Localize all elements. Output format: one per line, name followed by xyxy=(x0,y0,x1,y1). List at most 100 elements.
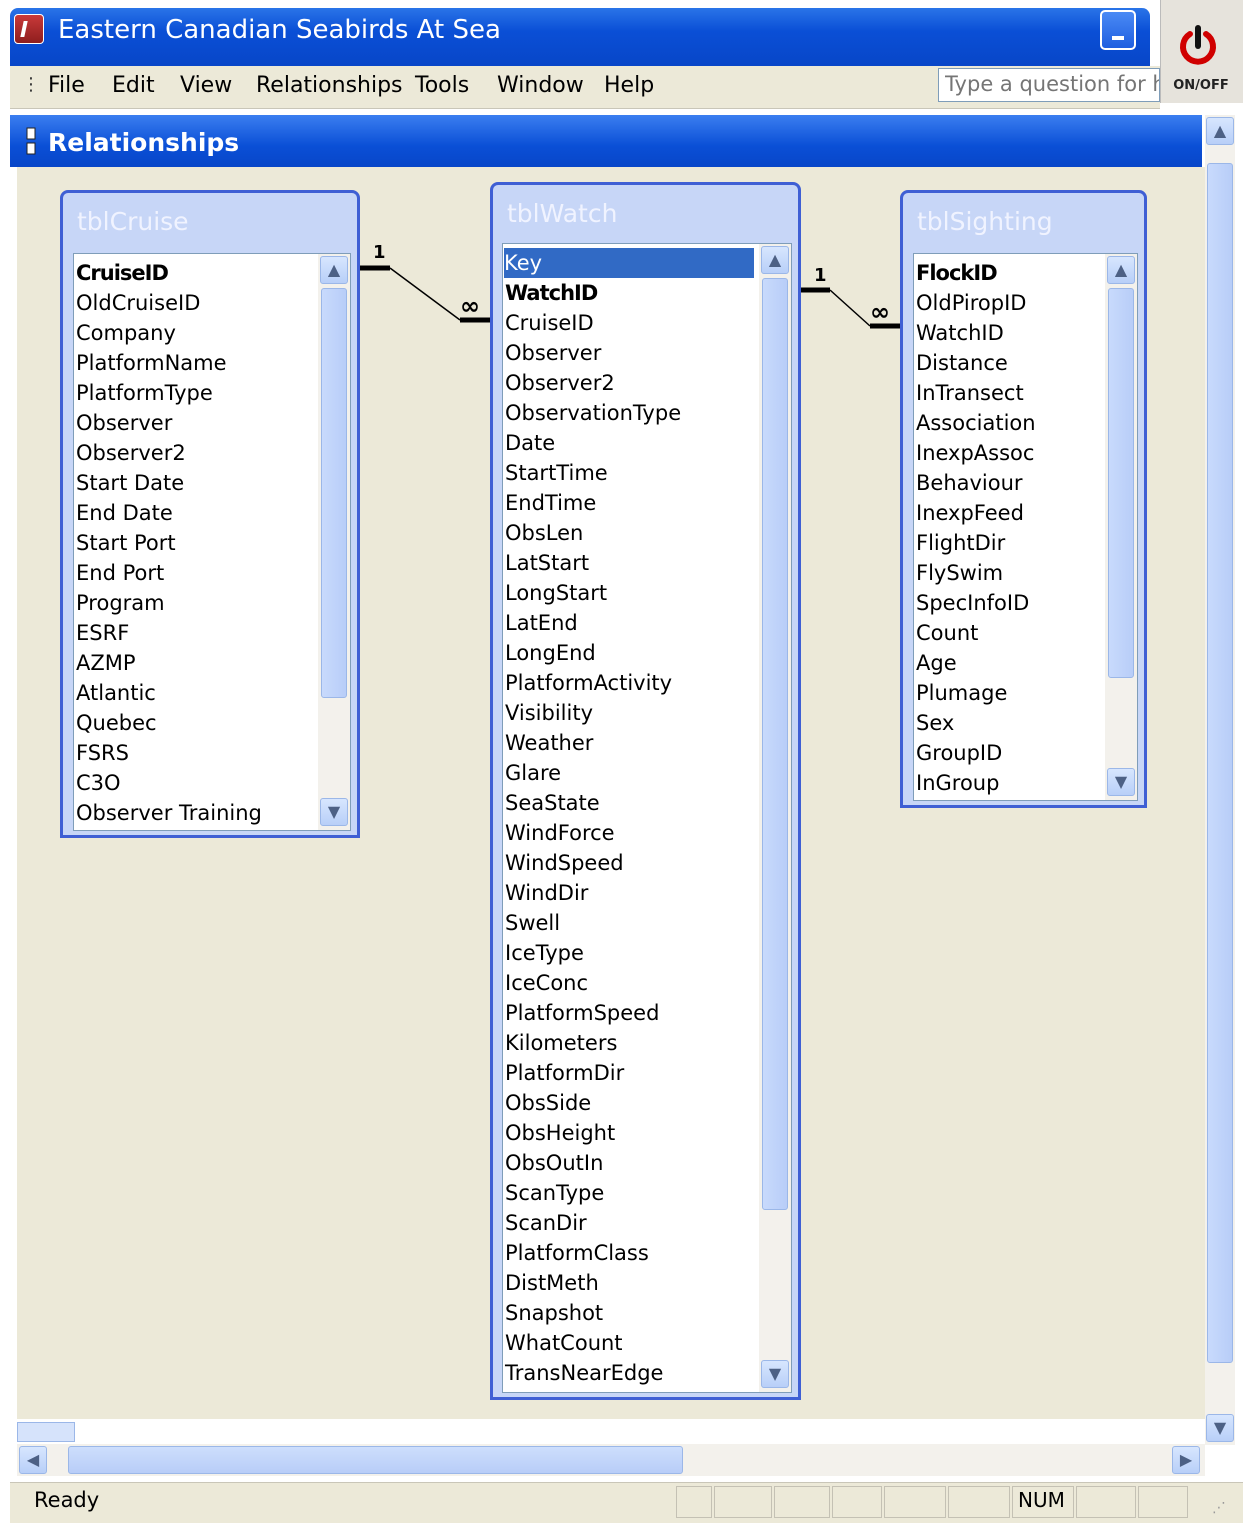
field-item[interactable]: IceType xyxy=(505,938,584,968)
field-item[interactable]: InGroup xyxy=(916,768,999,798)
field-item[interactable]: FlockID xyxy=(916,258,998,288)
scroll-down-icon[interactable]: ▼ xyxy=(320,798,348,826)
table-tblwatch[interactable]: tblWatch Key WatchID CruiseID Observer Obser… xyxy=(490,182,801,1400)
scroll-thumb[interactable] xyxy=(762,278,788,1210)
field-item[interactable]: Start Port xyxy=(76,528,176,558)
field-item[interactable]: OldPiropID xyxy=(916,288,1026,318)
field-item[interactable]: Program xyxy=(76,588,165,618)
field-item[interactable]: ObservationType xyxy=(505,398,681,428)
field-item[interactable]: WatchID xyxy=(916,318,1004,348)
field-item[interactable]: Age xyxy=(916,648,957,678)
field-item[interactable]: WindDir xyxy=(505,878,588,908)
field-item[interactable]: ObsOutIn xyxy=(505,1148,603,1178)
field-item[interactable]: Glare xyxy=(505,758,561,788)
scroll-up-icon[interactable]: ▲ xyxy=(761,246,789,274)
field-item[interactable]: Quebec xyxy=(76,708,157,738)
field-item[interactable]: WhatCount xyxy=(505,1328,623,1358)
scroll-up-icon[interactable]: ▲ xyxy=(320,256,348,284)
field-item[interactable]: WindForce xyxy=(505,818,615,848)
field-item[interactable]: ESRF xyxy=(76,618,129,648)
field-item[interactable]: ScanDir xyxy=(505,1208,587,1238)
field-item[interactable]: ObsSide xyxy=(505,1088,591,1118)
field-item[interactable]: IceConc xyxy=(505,968,588,998)
field-item[interactable]: LatStart xyxy=(505,548,589,578)
field-item[interactable]: CruiseID xyxy=(76,258,169,288)
field-item[interactable]: End Date xyxy=(76,498,173,528)
field-list[interactable]: Key WatchID CruiseID Observer Observer2 Obser… xyxy=(502,243,792,1393)
scroll-up-icon[interactable]: ▲ xyxy=(1107,256,1135,284)
field-item[interactable]: WindSpeed xyxy=(505,848,624,878)
scroll-right-icon[interactable]: ▶ xyxy=(1172,1446,1200,1474)
table-tblsighting[interactable]: tblSighting FlockID OldPiropID WatchID Dist… xyxy=(900,190,1147,808)
field-item[interactable]: End Port xyxy=(76,558,164,588)
field-list[interactable]: CruiseID OldCruiseID Company PlatformName Pl… xyxy=(73,253,351,831)
field-item[interactable]: LongEnd xyxy=(505,638,596,668)
field-item[interactable]: Weather xyxy=(505,728,593,758)
field-item[interactable]: OldCruiseID xyxy=(76,288,200,318)
field-item[interactable]: Key xyxy=(503,247,755,279)
field-item[interactable]: C3O xyxy=(76,768,121,798)
field-list[interactable]: FlockID OldPiropID WatchID Distance InTranse… xyxy=(913,253,1138,801)
field-item[interactable]: Company xyxy=(76,318,176,348)
mini-horizontal-scrollbar[interactable] xyxy=(17,1422,75,1442)
scroll-down-icon[interactable]: ▼ xyxy=(761,1360,789,1388)
field-item[interactable]: WatchID xyxy=(505,278,598,308)
field-item[interactable]: Snapshot xyxy=(505,1298,603,1328)
field-item[interactable]: ObsHeight xyxy=(505,1118,615,1148)
field-item[interactable]: PlatformDir xyxy=(505,1058,624,1088)
field-item[interactable]: Date xyxy=(505,428,555,458)
field-item[interactable]: Swell xyxy=(505,908,560,938)
field-item[interactable]: GroupID xyxy=(916,738,1002,768)
field-item[interactable]: Start Date xyxy=(76,468,184,498)
scroll-thumb[interactable] xyxy=(321,288,347,698)
field-item[interactable]: TransNearEdge xyxy=(505,1358,663,1388)
field-list-scrollbar[interactable]: ▲ ▼ xyxy=(1105,254,1137,800)
field-item[interactable]: PlatformActivity xyxy=(505,668,672,698)
vertical-scroll-thumb[interactable] xyxy=(1207,163,1233,1363)
field-item[interactable]: Atlantic xyxy=(76,678,156,708)
field-item[interactable]: Count xyxy=(916,618,978,648)
table-tblcruise[interactable]: tblCruise CruiseID OldCruiseID Company Plat… xyxy=(60,190,360,838)
field-item[interactable]: FlySwim xyxy=(916,558,1003,588)
scroll-up-icon[interactable]: ▲ xyxy=(1206,117,1234,145)
field-item[interactable]: SpecInfoID xyxy=(916,588,1029,618)
field-item[interactable]: LatEnd xyxy=(505,608,578,638)
field-item[interactable]: Kilometers xyxy=(505,1028,617,1058)
field-item[interactable]: Behaviour xyxy=(916,468,1023,498)
field-list-scrollbar[interactable]: ▲ ▼ xyxy=(759,244,791,1392)
field-item[interactable]: PlatformType xyxy=(76,378,213,408)
field-item[interactable]: PlatformClass xyxy=(505,1238,649,1268)
field-list-scrollbar[interactable]: ▲ ▼ xyxy=(318,254,350,830)
field-item[interactable]: Observer xyxy=(505,338,601,368)
scroll-thumb[interactable] xyxy=(1108,288,1134,678)
field-item[interactable]: CruiseID xyxy=(505,308,594,338)
field-item[interactable]: Observer2 xyxy=(505,368,615,398)
field-item[interactable]: AZMP xyxy=(76,648,136,678)
field-item[interactable]: ScanType xyxy=(505,1178,604,1208)
scroll-down-icon[interactable]: ▼ xyxy=(1107,768,1135,796)
field-item[interactable]: Association xyxy=(916,408,1036,438)
field-item[interactable]: FlightDir xyxy=(916,528,1005,558)
field-item[interactable]: Sex xyxy=(916,708,954,738)
field-item[interactable]: InexpFeed xyxy=(916,498,1024,528)
field-item[interactable]: FSRS xyxy=(76,738,129,768)
field-item[interactable]: Observer xyxy=(76,408,172,438)
field-item[interactable]: InTransect xyxy=(916,378,1024,408)
field-item[interactable]: EndTime xyxy=(505,488,596,518)
horizontal-scroll-thumb[interactable] xyxy=(68,1446,683,1474)
field-item[interactable]: Plumage xyxy=(916,678,1007,708)
field-item[interactable]: StartTime xyxy=(505,458,608,488)
field-item[interactable]: LongStart xyxy=(505,578,607,608)
field-item[interactable]: Observer Training xyxy=(76,798,262,828)
resize-grip-icon[interactable]: ⋰ xyxy=(1212,1500,1226,1516)
scroll-down-icon[interactable]: ▼ xyxy=(1206,1414,1234,1442)
field-item[interactable]: ObsLen xyxy=(505,518,583,548)
field-item[interactable]: Observer2 xyxy=(76,438,186,468)
field-item[interactable]: InexpAssoc xyxy=(916,438,1034,468)
field-item[interactable]: PlatformSpeed xyxy=(505,998,659,1028)
field-item[interactable]: Distance xyxy=(916,348,1008,378)
field-item[interactable]: Visibility xyxy=(505,698,593,728)
field-item[interactable]: PlatformName xyxy=(76,348,227,378)
field-item[interactable]: DistMeth xyxy=(505,1268,599,1298)
scroll-left-icon[interactable]: ◀ xyxy=(19,1446,47,1474)
